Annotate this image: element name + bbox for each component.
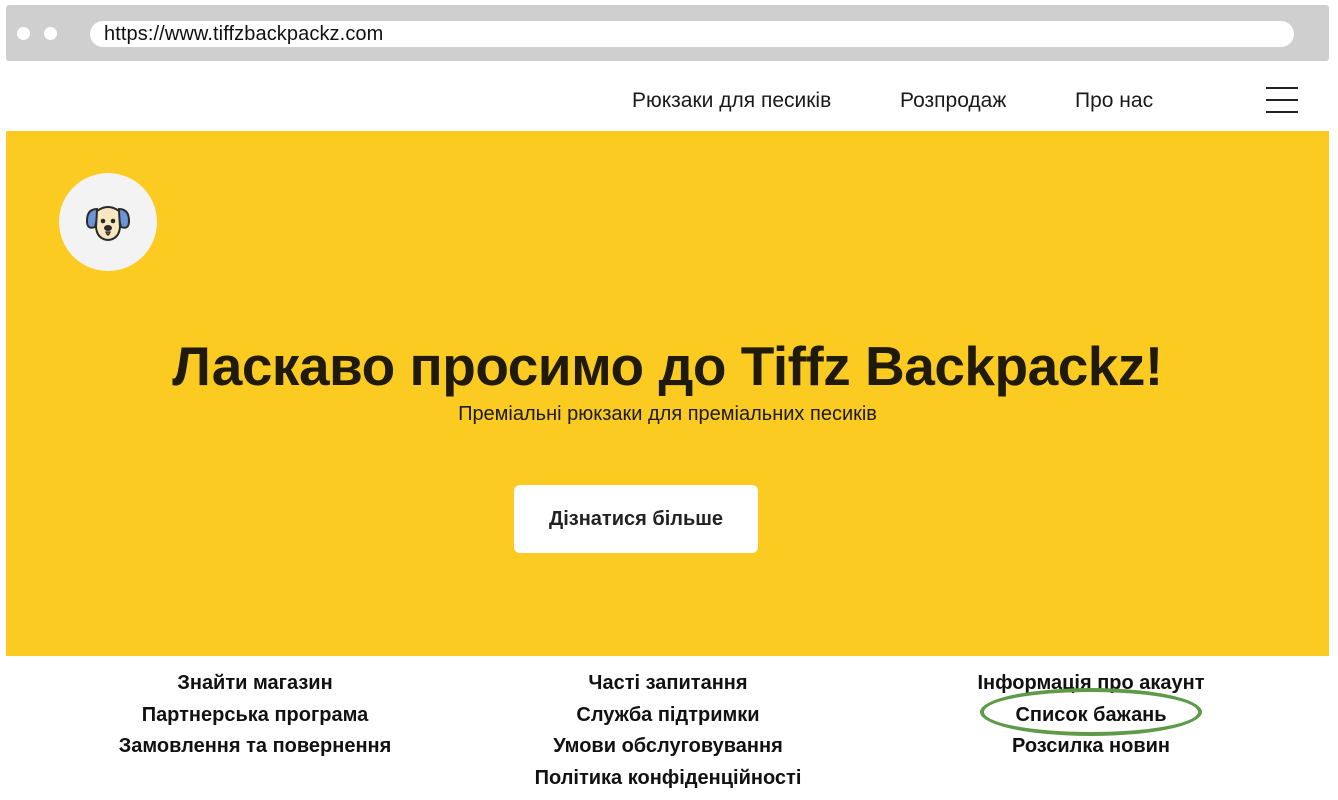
footer-link-newsletter[interactable]: Розсилка новин (916, 731, 1266, 763)
url-text: https://www.tiffzbackpackz.com (104, 22, 384, 45)
browser-toolbar: https://www.tiffzbackpackz.com (6, 5, 1329, 61)
footer-column-support: Часті запитання Служба підтримки Умови о… (493, 668, 843, 794)
footer-link-wishlist[interactable]: Список бажань (916, 700, 1266, 732)
footer-link-privacy[interactable]: Політика конфіденційності (493, 763, 843, 795)
hamburger-menu-icon[interactable] (1266, 85, 1298, 115)
hero-banner: Ласкаво просимо до Tiffz Backpackz! Прем… (6, 131, 1329, 656)
footer-link-terms[interactable]: Умови обслуговування (493, 731, 843, 763)
footer-column-store: Знайти магазин Партнерська програма Замо… (80, 668, 430, 763)
footer-link-find-store[interactable]: Знайти магазин (80, 668, 430, 700)
nav-link-about[interactable]: Про нас (1075, 89, 1153, 113)
footer-link-faq[interactable]: Часті запитання (493, 668, 843, 700)
site-footer: Знайти магазин Партнерська програма Замо… (0, 656, 1338, 800)
hero-subtitle: Преміальні рюкзаки для преміальних песик… (458, 403, 877, 425)
address-bar[interactable]: https://www.tiffzbackpackz.com (90, 21, 1294, 47)
hero-title: Ласкаво просимо до Tiffz Backpackz! (172, 335, 1163, 397)
nav-link-sale[interactable]: Розпродаж (900, 89, 1006, 113)
nav-link-dog-backpacks[interactable]: Рюкзаки для песиків (632, 89, 831, 113)
footer-link-support[interactable]: Служба підтримки (493, 700, 843, 732)
footer-link-account-info[interactable]: Інформація про акаунт (916, 668, 1266, 700)
footer-link-orders-returns[interactable]: Замовлення та повернення (80, 731, 430, 763)
footer-link-affiliate-program[interactable]: Партнерська програма (80, 700, 430, 732)
window-control-dot[interactable] (17, 27, 30, 40)
window-control-dot[interactable] (44, 27, 57, 40)
site-header: Рюкзаки для песиків Розпродаж Про нас (6, 61, 1329, 131)
learn-more-button[interactable]: Дізнатися більше (514, 485, 758, 553)
site-logo[interactable] (59, 173, 157, 271)
footer-column-account: Інформація про акаунт Список бажань Розс… (916, 668, 1266, 763)
dog-face-icon (85, 206, 131, 242)
